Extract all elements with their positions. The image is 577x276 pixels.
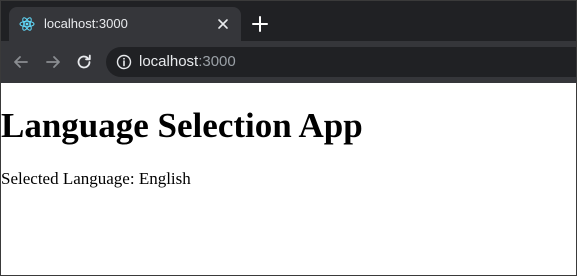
browser-window: localhost:3000 localhost:3000 Language S…	[0, 0, 577, 276]
plus-icon	[252, 16, 268, 32]
page-content: Language Selection App Selected Language…	[1, 83, 576, 275]
tab-localhost[interactable]: localhost:3000	[9, 7, 241, 41]
selected-language-label: Selected Language:	[1, 169, 135, 188]
url-text[interactable]: localhost:3000	[139, 53, 236, 71]
reload-button[interactable]	[74, 52, 94, 72]
url-port: :3000	[198, 53, 236, 70]
selected-language-value: English	[138, 169, 191, 188]
arrow-left-icon	[14, 56, 28, 68]
page-title: Language Selection App	[1, 106, 363, 145]
browser-toolbar: localhost:3000	[1, 41, 576, 83]
back-button[interactable]	[11, 52, 31, 72]
forward-button[interactable]	[43, 52, 63, 72]
tab-strip: localhost:3000	[1, 1, 576, 41]
new-tab-button[interactable]	[251, 15, 269, 33]
url-host: localhost	[139, 53, 199, 70]
selected-language-text: Selected Language: English	[1, 169, 191, 189]
address-bar[interactable]: localhost:3000	[106, 47, 576, 77]
react-logo-icon	[19, 16, 35, 32]
tab-title: localhost:3000	[44, 16, 128, 31]
close-icon[interactable]	[215, 16, 231, 32]
reload-icon	[77, 54, 91, 69]
info-icon[interactable]	[116, 54, 132, 70]
arrow-right-icon	[46, 56, 60, 68]
